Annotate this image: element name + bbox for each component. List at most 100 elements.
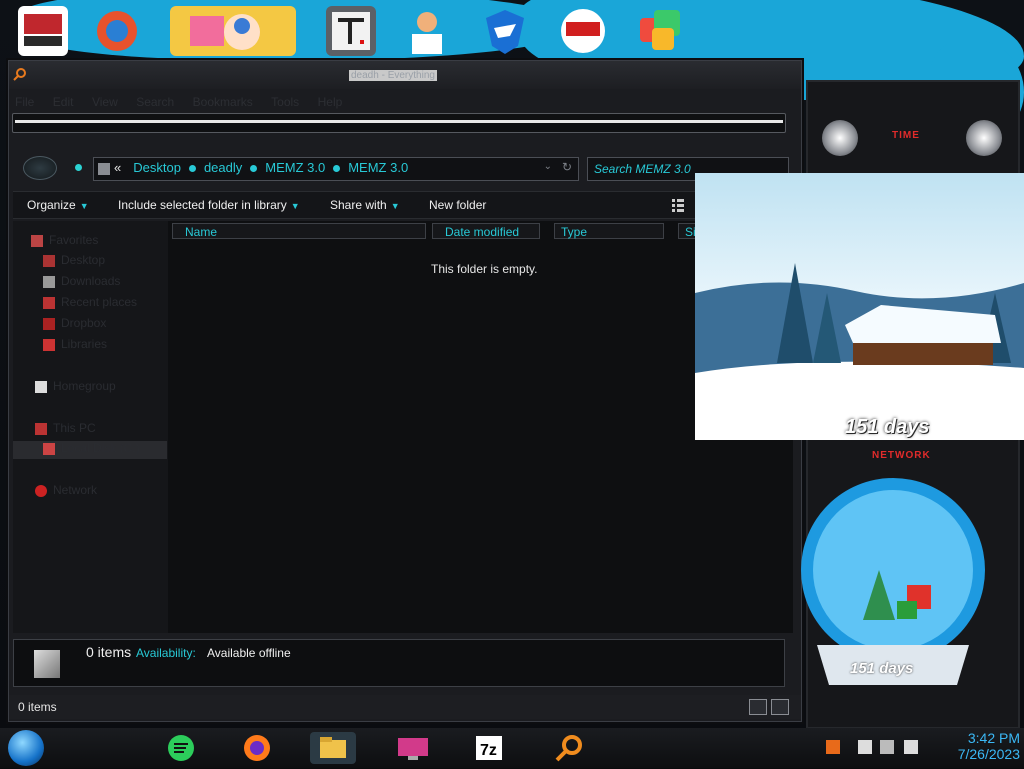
new-folder-button[interactable]: New folder	[429, 198, 486, 212]
search-rail[interactable]	[12, 113, 786, 133]
nav-item-local-disk[interactable]: Local Disk (C:)	[13, 441, 167, 459]
downloads-icon	[43, 275, 55, 288]
star-icon	[31, 234, 43, 247]
refresh-icon[interactable]: ↻	[562, 160, 572, 174]
nav-label: Desktop	[61, 253, 106, 267]
tray-flag-icon[interactable]	[858, 740, 872, 754]
menu-help[interactable]: Help	[318, 95, 343, 109]
start-button[interactable]	[8, 730, 44, 766]
status-bar: 0 items	[9, 695, 801, 719]
nav-item-this-pc[interactable]: This PC	[35, 421, 96, 439]
color-squares-icon	[640, 10, 680, 50]
desktop-icon-row	[0, 0, 1024, 62]
details-pane: 0 items Availability: Available offline	[13, 639, 785, 687]
blue-shield-icon	[486, 10, 524, 54]
desktop-shortcut-maze-app-icon[interactable]	[326, 6, 376, 56]
menu-file[interactable]: File	[15, 95, 34, 109]
organize-label: Organize	[27, 198, 76, 212]
navigation-pane: Favorites Desktop Downloads Recent place…	[13, 221, 168, 633]
details-view-icon[interactable]	[749, 699, 767, 715]
nav-label: Homegroup	[53, 379, 116, 393]
dropbox-icon	[43, 317, 55, 330]
taskbar-monitor-app-button[interactable]	[390, 732, 436, 764]
back-button[interactable]	[23, 156, 57, 180]
desktop-shortcut-tools-icon[interactable]	[18, 6, 68, 56]
breadcrumb-separator-icon[interactable]	[250, 165, 258, 173]
snow-globe-gadget[interactable]: 151 days	[797, 475, 989, 693]
taskbar-explorer-button[interactable]	[310, 732, 356, 764]
organize-button[interactable]: Organize ▼	[27, 198, 89, 212]
globe-countdown-days: 151 days	[850, 660, 914, 677]
nav-item-dropbox[interactable]: Dropbox	[43, 316, 106, 334]
nav-label: Dropbox	[61, 316, 107, 330]
desktop-shortcut-firefox-developer-icon[interactable]	[92, 6, 142, 56]
winter-cabin-scene-icon	[695, 263, 1024, 440]
share-with-button[interactable]: Share with ▼	[330, 198, 400, 212]
tools-icon	[24, 14, 62, 46]
explorer-window: deadh - Everything File Edit View Search…	[8, 60, 802, 722]
menu-edit[interactable]: Edit	[53, 95, 74, 109]
menu-search[interactable]: Search	[136, 95, 174, 109]
view-options-icon[interactable]	[671, 198, 685, 212]
nav-item-downloads[interactable]: Downloads	[43, 274, 120, 292]
menu-view[interactable]: View	[92, 95, 118, 109]
nav-label: Local Disk (C:)	[61, 441, 140, 455]
desktop-shortcut-blue-shield-icon[interactable]	[480, 6, 530, 56]
nav-item-desktop[interactable]: Desktop	[43, 253, 105, 271]
share-label: Share with	[330, 198, 387, 212]
nav-label: Network	[53, 483, 98, 497]
column-header-date-modified[interactable]: Date modified	[432, 223, 540, 239]
computer-icon	[35, 422, 47, 435]
desktop-shortcut-color-squares-icon[interactable]	[636, 6, 686, 56]
recent-places-icon	[43, 296, 55, 309]
network-icon	[35, 484, 47, 497]
winter-countdown-gadget[interactable]: 151 days	[695, 173, 1024, 440]
tray-volume-icon[interactable]	[904, 740, 918, 754]
taskbar: 7z 3:42 PM 7/26/2023	[0, 728, 1024, 768]
address-bar[interactable]: « Desktop deadly MEMZ 3.0 MEMZ 3.0 ⌄ ↻	[93, 157, 579, 181]
menu-bookmarks[interactable]: Bookmarks	[193, 95, 253, 109]
include-in-library-button[interactable]: Include selected folder in library ▼	[118, 198, 300, 212]
desktop-icon	[43, 254, 55, 267]
breadcrumb-deadly[interactable]: deadly	[204, 160, 242, 175]
desktop-shortcut-cartoon-app-icon[interactable]	[170, 6, 296, 56]
desktop-shortcut-fast-video-downloader-icon[interactable]	[558, 6, 608, 56]
tray-network-icon[interactable]	[880, 740, 894, 754]
taskbar-firefox-button[interactable]	[234, 732, 280, 764]
alien-head-icon	[822, 120, 858, 156]
tray-app-icon[interactable]	[826, 740, 840, 754]
nav-label: Downloads	[61, 274, 121, 288]
svg-text:7z: 7z	[480, 742, 497, 759]
breadcrumb-memz-current[interactable]: MEMZ 3.0	[348, 160, 408, 175]
nav-item-favorites[interactable]: Favorites	[31, 233, 98, 251]
taskbar-7zip-button[interactable]: 7z	[466, 732, 512, 764]
taskbar-everything-button[interactable]	[546, 732, 592, 764]
address-dropdown-icon[interactable]: ⌄	[544, 161, 552, 172]
desktop-shortcut-doctor-app-icon[interactable]	[402, 6, 452, 56]
7zip-icon: 7z	[476, 736, 502, 760]
monitor-icon	[398, 738, 428, 760]
firefox-developer-icon	[97, 11, 137, 51]
forward-button[interactable]	[75, 164, 82, 171]
breadcrumb-memz-parent[interactable]: MEMZ 3.0	[265, 160, 325, 175]
breadcrumb-overflow-chevron[interactable]: «	[114, 160, 121, 175]
nav-item-libraries[interactable]: Libraries	[43, 337, 107, 355]
breadcrumb-separator-icon[interactable]	[188, 165, 196, 173]
breadcrumb-desktop[interactable]: Desktop	[133, 160, 181, 175]
folder-icon	[320, 737, 346, 758]
system-clock[interactable]: 3:42 PM 7/26/2023	[930, 730, 1020, 762]
column-header-type[interactable]: Type	[554, 223, 664, 239]
large-icons-view-icon[interactable]	[771, 699, 789, 715]
nav-label: Libraries	[61, 337, 108, 351]
column-header-name[interactable]: Name	[172, 223, 426, 239]
taskbar-spotify-button[interactable]	[158, 732, 204, 764]
nav-item-network[interactable]: Network	[35, 483, 97, 501]
nav-item-recent-places[interactable]: Recent places	[43, 295, 137, 313]
nav-item-homegroup[interactable]: Homegroup	[35, 379, 116, 397]
chevron-down-icon: ▼	[290, 201, 300, 211]
menu-tools[interactable]: Tools	[271, 95, 299, 109]
breadcrumb-separator-icon[interactable]	[333, 165, 341, 173]
title-bar[interactable]: deadh - Everything	[9, 61, 801, 89]
homegroup-icon	[35, 380, 47, 393]
alien-head-icon	[966, 120, 1002, 156]
